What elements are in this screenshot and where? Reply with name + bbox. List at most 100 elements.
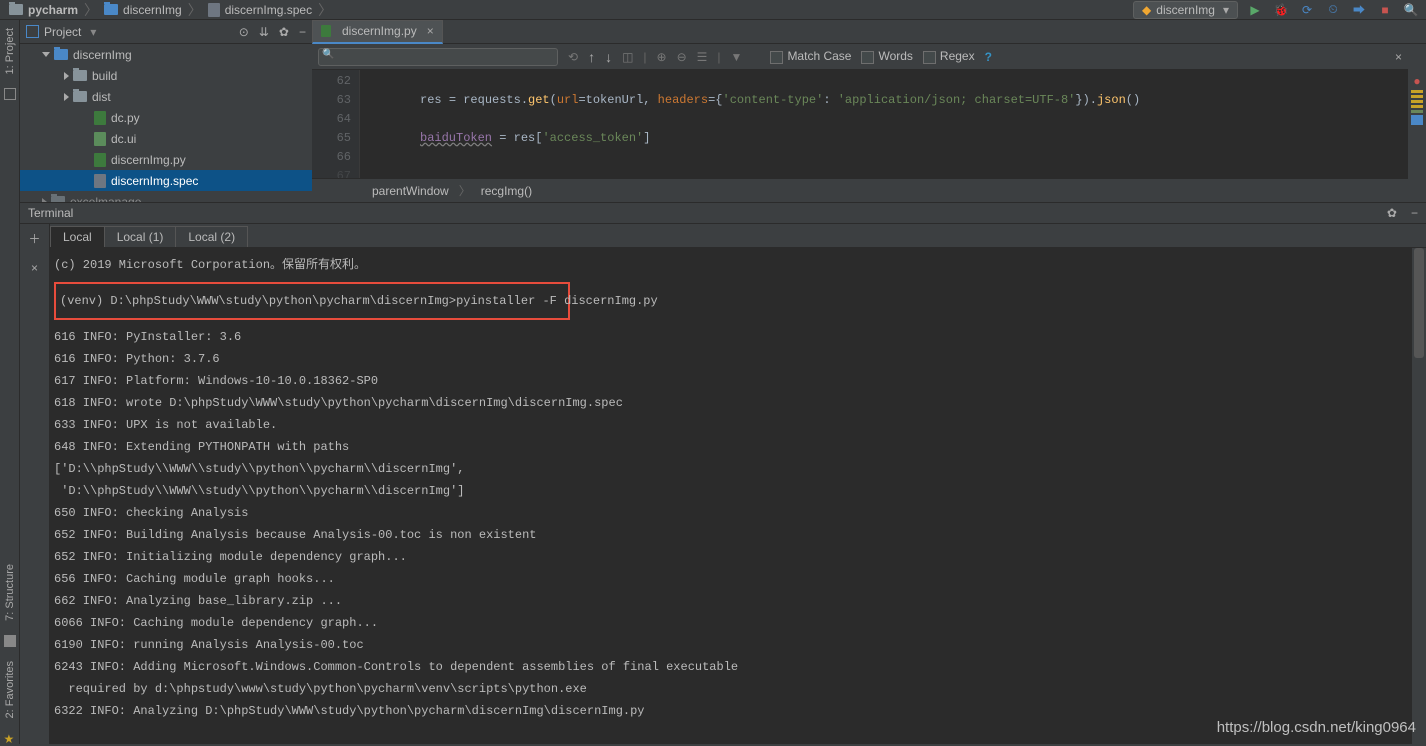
breadcrumb-label: discernImg — [123, 3, 182, 17]
tree-node[interactable]: dc.ui — [20, 128, 312, 149]
filter-icon[interactable]: ▼ — [731, 50, 743, 64]
breadcrumb-item[interactable]: pycharm — [6, 3, 81, 17]
close-tab-icon[interactable]: × — [427, 24, 434, 38]
dropdown-icon[interactable]: ▾ — [90, 25, 96, 39]
breadcrumb-item[interactable]: discernImg.spec — [205, 3, 315, 17]
code-breadcrumb: parentWindow〉recgImg() — [312, 178, 1408, 202]
debug-button[interactable]: 🐞 — [1272, 1, 1290, 19]
expand-icon[interactable] — [64, 93, 69, 101]
hide-icon[interactable]: − — [1411, 206, 1418, 220]
chevron-right-icon: 〉 — [84, 0, 98, 20]
new-session-button[interactable]: ＋ — [28, 230, 40, 247]
python-icon: ◆ — [1142, 3, 1151, 17]
terminal-line: 6066 INFO: Caching module dependency gra… — [54, 612, 1408, 634]
terminal-line: 616 INFO: PyInstaller: 3.6 — [54, 326, 1408, 348]
profile-button[interactable]: ⏲ — [1324, 1, 1342, 19]
tree-label: dist — [92, 90, 111, 104]
prev-match-button[interactable]: ↑ — [588, 49, 595, 65]
collapse-all-icon[interactable]: ⇊ — [259, 25, 269, 39]
expand-icon[interactable] — [42, 52, 50, 57]
tree-node[interactable]: discernImg.py — [20, 149, 312, 170]
terminal-line: 656 INFO: Caching module graph hooks... — [54, 568, 1408, 590]
star-icon[interactable]: ★ — [4, 732, 16, 744]
run-button[interactable]: ▶ — [1246, 1, 1264, 19]
tool-tab-project[interactable]: 1: Project — [4, 28, 16, 74]
tool-tab-structure[interactable]: 7: Structure — [4, 564, 16, 621]
crumb-item[interactable]: parentWindow — [372, 184, 449, 198]
tool-icon[interactable] — [4, 88, 16, 100]
editor-tab[interactable]: discernImg.py× — [312, 20, 443, 44]
line-number: 64 — [312, 110, 351, 129]
settings-icon[interactable]: ✿ — [279, 25, 289, 39]
help-icon[interactable]: ? — [985, 50, 992, 64]
remove-selection-icon[interactable]: ⊖ — [677, 50, 687, 64]
tree-label: dc.ui — [111, 132, 136, 146]
folder-icon — [54, 49, 68, 60]
run-config-select[interactable]: ◆ discernImg ▾ — [1133, 1, 1238, 19]
coverage-button[interactable]: ⟳ — [1298, 1, 1316, 19]
tree-node[interactable]: discernImg — [20, 44, 312, 65]
terminal-side-toolbar: ＋ × — [20, 224, 50, 744]
ui-file-icon — [94, 132, 106, 146]
match-case-checkbox[interactable]: Match Case — [770, 49, 851, 63]
terminal-line: 633 INFO: UPX is not available. — [54, 414, 1408, 436]
terminal-tab[interactable]: Local (2) — [175, 226, 248, 247]
code-editor[interactable]: 62 63 64 65 66 67 res = requests.get(url… — [312, 70, 1408, 178]
close-session-button[interactable]: × — [31, 261, 38, 275]
project-tree[interactable]: discernImg build dist dc.py dc.ui discer… — [20, 44, 312, 202]
watermark: https://blog.csdn.net/king0964 — [1217, 719, 1416, 736]
tree-node[interactable]: excelmanage — [20, 191, 312, 202]
python-file-icon — [321, 25, 331, 37]
tree-label: discernImg.spec — [111, 174, 198, 188]
stop-button[interactable]: ■ — [1376, 1, 1394, 19]
line-number: 65 — [312, 129, 351, 148]
tree-node[interactable]: build — [20, 65, 312, 86]
tool-tab-favorites[interactable]: 2: Favorites — [4, 661, 16, 718]
highlighted-command: (venv) D:\phpStudy\WWW\study\python\pych… — [54, 282, 570, 320]
folder-icon — [73, 91, 87, 102]
terminal-line: 618 INFO: wrote D:\phpStudy\WWW\study\py… — [54, 392, 1408, 414]
tree-node[interactable]: dist — [20, 86, 312, 107]
terminal-line: 616 INFO: Python: 3.7.6 — [54, 348, 1408, 370]
error-icon[interactable]: ● — [1408, 74, 1426, 88]
search-input[interactable] — [318, 48, 558, 66]
project-tool-header: Project▾ ⊙ ⇊ ✿ − — [20, 20, 312, 44]
terminal-tab[interactable]: Local — [50, 226, 105, 247]
terminal-output[interactable]: (c) 2019 Microsoft Corporation。保留所有权利。 (… — [50, 248, 1412, 744]
terminal-line: 662 INFO: Analyzing base_library.zip ... — [54, 590, 1408, 612]
terminal-line: 652 INFO: Initializing module dependency… — [54, 546, 1408, 568]
breadcrumb: pycharm 〉 discernImg 〉 discernImg.spec 〉 — [6, 0, 335, 20]
tree-node[interactable]: dc.py — [20, 107, 312, 128]
next-match-button[interactable]: ↓ — [605, 49, 612, 65]
close-find-icon[interactable]: × — [1395, 50, 1402, 64]
tool-icon[interactable] — [4, 635, 16, 647]
terminal-tab[interactable]: Local (1) — [104, 226, 177, 247]
chevron-right-icon: 〉 — [188, 0, 202, 20]
scroll-from-source-icon[interactable]: ⊙ — [239, 25, 249, 39]
settings-icon[interactable]: ✿ — [1387, 206, 1397, 220]
code-area[interactable]: res = requests.get(url=tokenUrl, headers… — [360, 70, 1408, 178]
line-number: 62 — [312, 72, 351, 91]
add-selection-icon[interactable]: ⊕ — [657, 50, 667, 64]
crumb-item[interactable]: recgImg() — [481, 184, 532, 198]
tree-label: excelmanage — [70, 195, 141, 203]
terminal-scrollbar[interactable] — [1412, 248, 1426, 744]
error-stripe[interactable]: ● — [1408, 70, 1426, 178]
words-checkbox[interactable]: Words — [861, 49, 912, 63]
terminal-line: 6322 INFO: Analyzing D:\phpStudy\WWW\stu… — [54, 700, 1408, 722]
select-all-icon[interactable]: ◫ — [622, 50, 633, 64]
scrollbar-thumb[interactable] — [1414, 248, 1424, 358]
expand-icon[interactable] — [64, 72, 69, 80]
search-everywhere-button[interactable]: 🔍 — [1402, 1, 1420, 19]
dropdown-icon: ▾ — [1223, 3, 1229, 17]
breadcrumb-item[interactable]: discernImg — [101, 3, 185, 17]
attach-button[interactable]: ⮕ — [1350, 1, 1368, 19]
regex-checkbox[interactable]: Regex — [923, 49, 975, 63]
terminal-line: required by d:\phpstudy\www\study\python… — [54, 678, 1408, 700]
terminal-line: 650 INFO: checking Analysis — [54, 502, 1408, 524]
select-occurrences-icon[interactable]: ☰ — [697, 50, 708, 64]
tree-node-selected[interactable]: discernImg.spec — [20, 170, 312, 191]
find-bar: ⟲ ↑ ↓ ◫ | ⊕ ⊖ ☰ | ▼ Match Case Words Reg… — [312, 44, 1408, 70]
run-config-label: discernImg — [1156, 3, 1215, 17]
hide-icon[interactable]: − — [299, 25, 306, 39]
